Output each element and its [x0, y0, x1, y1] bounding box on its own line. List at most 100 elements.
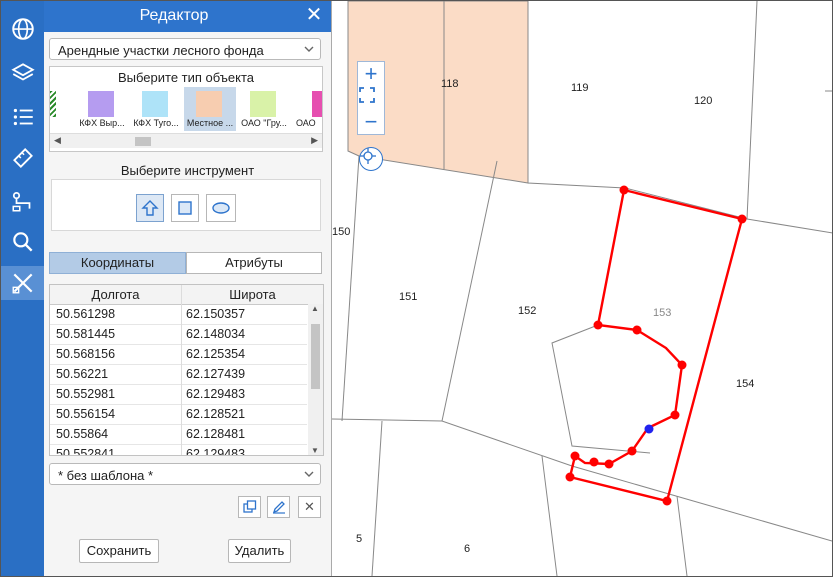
type-swatch	[50, 91, 56, 117]
polygon-icon	[141, 200, 159, 216]
object-type-item-selected[interactable]: Местное ...	[184, 87, 236, 131]
table-row[interactable]: 50.581445 62.148034	[50, 325, 307, 345]
pencil-icon	[272, 501, 285, 514]
edited-polygon[interactable]	[568, 188, 744, 503]
table-row[interactable]: 50.568156 62.125354	[50, 345, 307, 365]
zoom-extent-button[interactable]	[358, 86, 384, 110]
route-button[interactable]	[1, 184, 44, 218]
object-type-label-text: ОАО	[296, 118, 316, 128]
parcel-label: 5	[356, 533, 362, 545]
object-type-item[interactable]	[20, 87, 60, 131]
parcel-boundary	[527, 1, 832, 234]
chevron-down-icon	[304, 46, 314, 52]
polygon-vertex[interactable]	[670, 410, 680, 420]
latitude-cell[interactable]: 62.129483	[186, 385, 245, 404]
longitude-cell[interactable]: 50.581445	[56, 325, 115, 344]
close-icon: ✕	[304, 499, 315, 514]
table-row[interactable]: 50.552841 62.129483	[50, 445, 307, 455]
longitude-cell[interactable]: 50.55864	[56, 425, 108, 444]
object-type-item[interactable]: ОАО	[292, 87, 322, 131]
map-view[interactable]: 118 119 120 150 151 152 153 154 5 6 + −	[332, 1, 833, 576]
object-type-item[interactable]: ОАО "Гру...	[238, 87, 290, 131]
layers-button[interactable]	[1, 56, 44, 90]
layer-select[interactable]: Арендные участки лесного фонда	[49, 38, 321, 60]
tool-label: Выберите инструмент	[44, 163, 331, 178]
table-row[interactable]: 50.552981 62.129483	[50, 385, 307, 405]
panel-title: Редактор	[139, 7, 209, 24]
tab-coordinates[interactable]: Координаты	[49, 252, 186, 274]
longitude-cell[interactable]: 50.552841	[56, 445, 115, 455]
latitude-cell[interactable]: 62.148034	[186, 325, 245, 344]
ellipse-tool-button[interactable]	[206, 194, 236, 222]
editor-button[interactable]	[1, 266, 44, 300]
parcel-boundary	[746, 1, 758, 220]
scroll-down-icon[interactable]: ▼	[311, 446, 319, 455]
parcel-label: 118	[441, 78, 459, 90]
polygon-vertex[interactable]	[737, 214, 747, 224]
template-select[interactable]: * без шаблона *	[49, 463, 321, 485]
rectangle-tool-button[interactable]	[171, 194, 199, 222]
scroll-up-icon[interactable]: ▲	[311, 304, 319, 313]
horizontal-scrollbar[interactable]: ◀ ▶	[50, 133, 322, 148]
polygon-vertex[interactable]	[619, 185, 629, 195]
polygon-vertex[interactable]	[677, 360, 687, 370]
globe-icon	[11, 18, 34, 40]
locate-button[interactable]	[359, 147, 383, 171]
longitude-cell[interactable]: 50.56221	[56, 365, 108, 384]
polygon-vertex[interactable]	[565, 472, 575, 482]
close-button[interactable]: ✕	[304, 4, 324, 26]
object-type-picker: Выберите тип объекта КФХ Выр... КФХ Туго…	[49, 66, 323, 152]
map-canvas[interactable]: 118 119 120 150 151 152 153 154 5 6	[332, 1, 833, 576]
edit-button[interactable]	[267, 496, 290, 518]
scrollbar-thumb[interactable]	[135, 137, 151, 146]
polygon-vertex[interactable]	[589, 457, 599, 467]
polygon-vertex[interactable]	[604, 459, 614, 469]
polygon-tool-button[interactable]	[136, 194, 164, 222]
longitude-cell[interactable]: 50.561298	[56, 305, 115, 324]
object-type-item[interactable]: КФХ Выр...	[76, 87, 128, 131]
polygon-vertex[interactable]	[593, 320, 603, 330]
panel-header: Редактор ✕	[44, 1, 331, 32]
search-button[interactable]	[1, 225, 44, 259]
polygon-vertex[interactable]	[662, 496, 672, 506]
latitude-cell[interactable]: 62.128521	[186, 405, 245, 424]
tab-attributes[interactable]: Атрибуты	[186, 252, 322, 274]
latitude-cell[interactable]: 62.127439	[186, 365, 245, 384]
object-type-label-text: КФХ Туго...	[133, 118, 179, 128]
clear-button[interactable]: ✕	[298, 496, 321, 518]
table-row[interactable]: 50.55864 62.128481	[50, 425, 307, 445]
parcel-boundary	[371, 420, 383, 576]
latitude-cell[interactable]: 62.128481	[186, 425, 245, 444]
copy-button[interactable]	[238, 496, 261, 518]
table-row[interactable]: 50.56221 62.127439	[50, 365, 307, 385]
zoom-out-button[interactable]: −	[358, 109, 384, 134]
polygon-vertex[interactable]	[627, 446, 637, 456]
zoom-in-button[interactable]: +	[358, 61, 384, 86]
latitude-cell[interactable]: 62.129483	[186, 445, 245, 455]
save-button[interactable]: Сохранить	[79, 539, 159, 563]
polygon-vertex[interactable]	[570, 451, 580, 461]
globe-button[interactable]	[1, 12, 44, 46]
scroll-right-icon[interactable]: ▶	[311, 135, 318, 146]
object-type-item[interactable]: КФХ Туго...	[130, 87, 182, 131]
longitude-cell[interactable]: 50.568156	[56, 345, 115, 364]
latitude-cell[interactable]: 62.150357	[186, 305, 245, 324]
measure-button[interactable]	[1, 141, 44, 175]
table-row[interactable]: 50.556154 62.128521	[50, 405, 307, 425]
parcel-label: 151	[399, 291, 417, 303]
scrollbar-thumb[interactable]	[311, 324, 320, 389]
copy-icon	[242, 500, 256, 513]
longitude-cell[interactable]: 50.556154	[56, 405, 115, 424]
selected-vertex[interactable]	[644, 424, 654, 434]
latitude-cell[interactable]: 62.125354	[186, 345, 245, 364]
parcel-label: 6	[464, 543, 470, 555]
parcel-label: 120	[694, 95, 712, 107]
object-type-label-text: ОАО "Гру...	[241, 118, 287, 128]
scroll-left-icon[interactable]: ◀	[54, 135, 61, 146]
polygon-vertex[interactable]	[632, 325, 642, 335]
delete-button[interactable]: Удалить	[228, 539, 291, 563]
vertical-scrollbar[interactable]: ▲ ▼	[308, 304, 323, 455]
table-row[interactable]: 50.561298 62.150357	[50, 305, 307, 325]
longitude-cell[interactable]: 50.552981	[56, 385, 115, 404]
template-select-value: * без шаблона *	[58, 468, 154, 483]
